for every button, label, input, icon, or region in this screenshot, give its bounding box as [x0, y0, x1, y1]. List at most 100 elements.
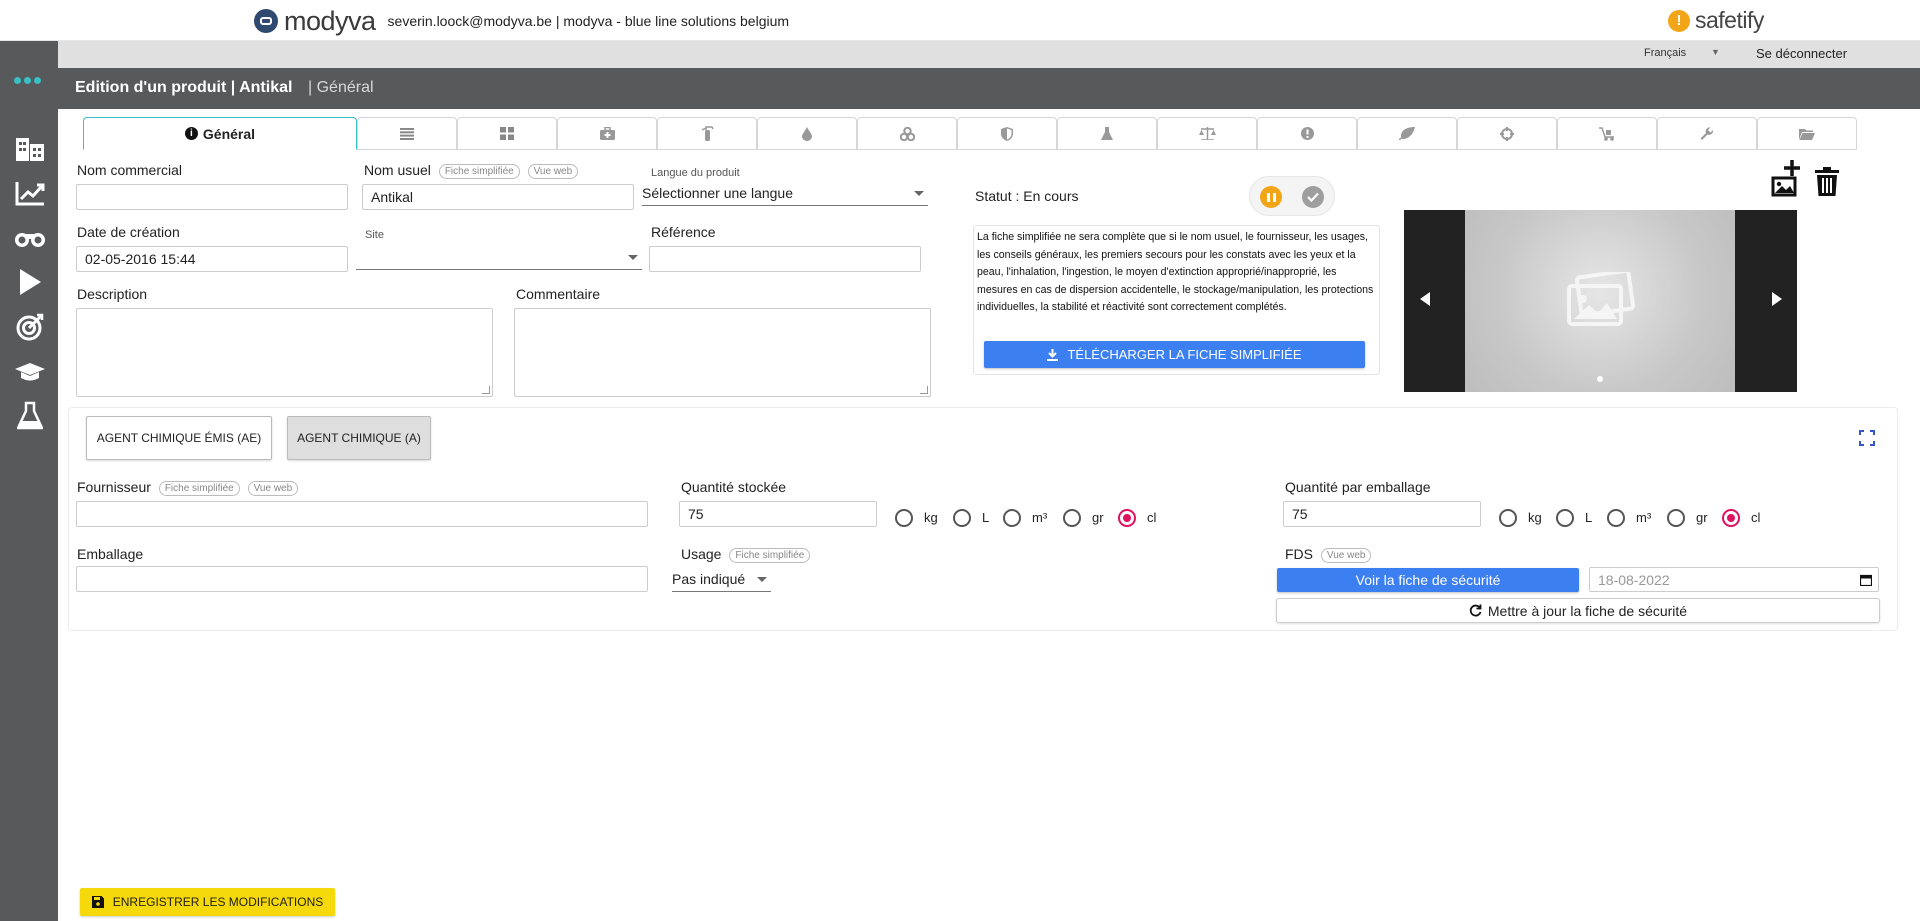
brand[interactable]: modyva severin.loock@modyva.be | modyva … — [254, 6, 789, 36]
dots-icon[interactable] — [14, 77, 41, 84]
language-select[interactable]: Français — [1644, 47, 1686, 59]
unit-label-gr: gr — [1092, 510, 1104, 525]
flask-icon[interactable] — [14, 401, 46, 431]
user-info: severin.loock@modyva.be | modyva - blue … — [387, 13, 790, 29]
commentaire-textarea[interactable] — [514, 308, 931, 397]
status-info-text: La fiche simplifiée ne sera complète que… — [977, 231, 1374, 313]
voir-fiche-securite-button[interactable]: Voir la fiche de sécurité — [1277, 568, 1579, 592]
emballage-input[interactable] — [76, 566, 648, 592]
status-info-box: La fiche simplifiée ne sera complète que… — [973, 225, 1380, 375]
carousel-image[interactable] — [1465, 210, 1735, 392]
usage-select[interactable]: Pas indiqué — [672, 568, 771, 592]
logout-link[interactable]: Se déconnecter — [1756, 46, 1847, 61]
agent-chimique-emis-button[interactable]: AGENT CHIMIQUE ÉMIS (AE) — [86, 416, 272, 460]
unit-radio-cl[interactable] — [1722, 509, 1740, 527]
langue-select[interactable]: Sélectionner une langue — [642, 182, 928, 206]
unit-radio-m3[interactable] — [1003, 509, 1021, 527]
crosshair-icon[interactable] — [1457, 117, 1557, 150]
langue-select-value: Sélectionner une langue — [642, 185, 794, 201]
carousel-next-icon[interactable] — [1772, 292, 1782, 306]
refresh-icon — [1469, 604, 1482, 617]
description-label: Description — [77, 286, 148, 302]
exclamation-icon[interactable] — [1257, 117, 1357, 150]
caret-down-icon[interactable]: ▼ — [1711, 47, 1720, 57]
title-bar: Edition d'un produit | Antikal | Général — [58, 68, 1920, 109]
carousel-prev-icon[interactable] — [1420, 292, 1430, 306]
graduation-cap-icon[interactable] — [14, 357, 46, 387]
sidebar — [0, 41, 58, 921]
fournisseur-input[interactable] — [76, 501, 648, 527]
top-bar: modyva severin.loock@modyva.be | modyva … — [0, 0, 1920, 41]
unit-radio-cl[interactable] — [1118, 509, 1136, 527]
description-textarea[interactable] — [76, 308, 493, 397]
modyva-logo-icon — [254, 9, 278, 33]
quantite-stockee-label: Quantité stockée — [681, 479, 787, 495]
reference-input[interactable] — [649, 246, 921, 272]
biohazard-icon[interactable] — [857, 117, 957, 150]
fire-extinguisher-icon[interactable] — [657, 117, 757, 150]
nom-commercial-input[interactable] — [76, 184, 348, 210]
target-icon[interactable] — [14, 312, 46, 342]
resize-grip-icon[interactable] — [482, 386, 490, 394]
unit-radio-gr[interactable] — [1667, 509, 1685, 527]
status-label: Statut : En cours — [975, 188, 1079, 204]
folder-icon[interactable] — [1757, 117, 1857, 150]
nom-usuel-label-text: Nom usuel — [364, 162, 431, 178]
scale-icon[interactable] — [1157, 117, 1257, 150]
hand-cart-icon[interactable] — [1557, 117, 1657, 150]
check-icon[interactable] — [1302, 186, 1324, 208]
unit-radio-kg[interactable] — [1499, 509, 1517, 527]
tab-general[interactable]: i Général — [83, 117, 357, 150]
add-image-icon[interactable] — [1771, 158, 1805, 198]
date-creation-input[interactable]: 02-05-2016 15:44 — [76, 246, 348, 272]
shield-icon[interactable] — [957, 117, 1057, 150]
wrench-icon[interactable] — [1657, 117, 1757, 150]
safetify-exclamation-icon: ! — [1668, 9, 1690, 32]
calendar-icon[interactable] — [1860, 574, 1872, 586]
language-bar: Français ▼ Se déconnecter — [58, 41, 1920, 68]
unit-radio-m3[interactable] — [1607, 509, 1625, 527]
unit-radio-kg[interactable] — [895, 509, 913, 527]
download-simplified-sheet-button[interactable]: TÉLÉCHARGER LA FICHE SIMPLIFIÉE — [984, 341, 1365, 368]
download-icon — [1047, 348, 1059, 361]
chart-icon[interactable] — [14, 178, 46, 208]
caret-down-icon — [914, 191, 924, 196]
resize-grip-icon[interactable] — [920, 386, 928, 394]
save-changes-button[interactable]: ENREGISTRER LES MODIFICATIONS — [80, 888, 335, 916]
tab-general-label: Général — [202, 125, 256, 142]
safetify-logo[interactable]: ! safetify — [1668, 7, 1764, 34]
first-aid-kit-icon[interactable] — [557, 117, 657, 150]
flask-icon[interactable] — [1057, 117, 1157, 150]
binoculars-icon[interactable] — [14, 223, 46, 253]
list-icon[interactable] — [357, 117, 457, 150]
agent-chimique-button[interactable]: AGENT CHIMIQUE (A) — [287, 416, 431, 460]
trash-icon[interactable] — [1814, 167, 1840, 199]
unit-label-cl: cl — [1147, 510, 1157, 525]
pause-icon[interactable] — [1260, 186, 1282, 208]
unit-radio-l[interactable] — [1556, 509, 1574, 527]
info-circle-icon: i — [184, 127, 198, 140]
site-label: Site — [365, 229, 384, 241]
nom-usuel-input[interactable]: Antikal — [362, 184, 634, 210]
update-fiche-securite-button[interactable]: Mettre à jour la fiche de sécurité — [1276, 598, 1880, 623]
grid-icon[interactable] — [457, 117, 557, 150]
expand-icon[interactable] — [1859, 430, 1875, 446]
leaf-icon[interactable] — [1357, 117, 1457, 150]
carousel-indicator[interactable] — [1597, 376, 1603, 382]
quantite-emballage-input[interactable]: 75 — [1283, 501, 1481, 527]
image-placeholder-icon — [1567, 272, 1635, 326]
drop-icon[interactable] — [757, 117, 857, 150]
unit-label-gr: gr — [1696, 510, 1708, 525]
fds-date-input[interactable]: 18-08-2022 — [1589, 567, 1879, 592]
unit-label-l: L — [982, 510, 990, 525]
buildings-icon[interactable] — [14, 133, 46, 163]
fds-date-value: 18-08-2022 — [1598, 572, 1670, 588]
unit-radio-gr[interactable] — [1063, 509, 1081, 527]
unit-radio-l[interactable] — [953, 509, 971, 527]
fournisseur-label-text: Fournisseur — [77, 479, 151, 495]
quantite-stockee-input[interactable]: 75 — [679, 501, 877, 527]
play-icon[interactable] — [14, 267, 46, 297]
unit-label-m3: m³ — [1032, 510, 1048, 525]
caret-down-icon — [628, 255, 638, 260]
site-select[interactable] — [356, 246, 642, 270]
